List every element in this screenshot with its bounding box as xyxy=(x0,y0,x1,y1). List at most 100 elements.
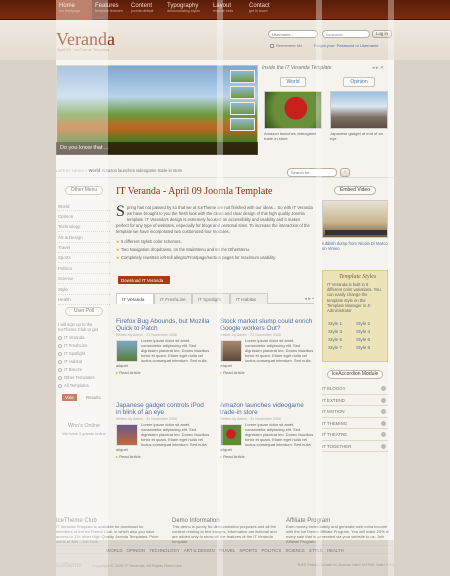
bottom-nav-item[interactable]: ART & DESIGN xyxy=(184,548,215,553)
inside-column-opinion: Opinion Japanese gadget at end of an eye xyxy=(330,77,388,141)
main-article: IT Veranda - April 09 Joomla Template xyxy=(116,186,314,197)
post-image xyxy=(220,424,242,446)
checkbox[interactable] xyxy=(270,44,274,48)
style-link[interactable]: Style 8 xyxy=(356,345,382,350)
username-field[interactable]: Username... xyxy=(268,30,318,38)
feature-text: 6 different stylish color schemes. xyxy=(120,239,182,244)
search-input[interactable]: Search for... xyxy=(287,168,337,177)
slideshow-thumbnails xyxy=(230,70,255,135)
accordion-item[interactable]: IT MOTION xyxy=(322,406,388,418)
slide-thumb[interactable] xyxy=(230,118,255,131)
style-link[interactable]: Style 1 xyxy=(328,321,354,326)
read-more-label: Read Article xyxy=(223,454,245,459)
footer-links[interactable]: RSS Feeds Donate to Joomla Valid XHTML V… xyxy=(298,562,394,567)
accordion-module: IceAccordion Module IT BLOGGY IT EXTEND … xyxy=(322,370,388,452)
nav-sub: joomla default xyxy=(131,9,154,13)
bottom-nav-item[interactable]: TECHNOLOGY xyxy=(149,548,180,553)
styles-grid: Style 1 Style 2 Style 3 Style 4 Style 5 … xyxy=(323,321,387,350)
star-icon: ★ xyxy=(116,247,120,252)
news-tabs: IT Veranda IT FreshLine IT Spotlight IT … xyxy=(116,293,314,304)
article-title[interactable]: IT Veranda - April 09 Joomla Template xyxy=(116,186,314,197)
nav-item-content[interactable]: Content joomla default xyxy=(128,0,164,20)
video-controls[interactable] xyxy=(325,230,387,235)
nav-sub: get in touch xyxy=(249,9,268,13)
video-caption[interactable]: rubbish dump from Nicola Di Marco on Vim… xyxy=(322,241,388,251)
tab-freshline[interactable]: IT FreshLine xyxy=(154,293,192,304)
ticker-item[interactable]: Amazon launches videogame trade-in store xyxy=(102,168,183,173)
feature-item: ★ Completely rewritten ieft-tell allegro… xyxy=(116,255,314,263)
tab-spotlight[interactable]: IT Spotlight xyxy=(192,293,230,304)
read-more-label: Read Article xyxy=(223,370,245,375)
template-styles: Template Styles IT Veranda is built in 6… xyxy=(322,270,388,362)
video-player[interactable] xyxy=(322,200,388,238)
nav-item-contact[interactable]: Contact get in touch xyxy=(246,0,282,20)
accordion-item[interactable]: IT EXTEND xyxy=(322,395,388,406)
style-link[interactable]: Style 6 xyxy=(356,337,382,342)
bottom-nav-item[interactable]: SCIENCE xyxy=(285,548,305,553)
read-more-label: Read Article xyxy=(119,370,141,375)
style-link[interactable]: Style 3 xyxy=(328,329,354,334)
inside-column-world: World Amazon launches videogame trade-in… xyxy=(264,77,322,141)
inside-arrows[interactable]: ◂ ▸ ✕ xyxy=(372,65,384,71)
login-form: Username... •••••••••••• Log in Remember… xyxy=(268,28,396,56)
accordion-item[interactable]: IT TOGETHER xyxy=(322,441,388,452)
inside-module: Inside the IT Veranda Template ◂ ▸ ✕ Wor… xyxy=(262,65,392,155)
post-meta: Written by Admin · 21 November 2008 xyxy=(220,417,281,421)
read-more[interactable]: ▸ Read Article xyxy=(116,368,210,375)
forgot-link[interactable]: Forgot your: Password or Username xyxy=(314,43,378,48)
feature-item: ★ 6 different stylish color schemes. xyxy=(116,239,314,247)
accordion-item[interactable]: IT BLOGGY xyxy=(322,383,388,395)
feature-text: Two Navigation dropdowns, on the MainMen… xyxy=(120,247,251,252)
bottom-nav-item[interactable]: OPINION xyxy=(127,548,146,553)
footer-text: Earn money immediately and generate web … xyxy=(286,524,390,544)
slide-thumb[interactable] xyxy=(230,102,255,115)
slide-thumb[interactable] xyxy=(230,70,255,83)
post-title[interactable]: Firefox Bug Abounds, but Mozilla Quick t… xyxy=(116,318,210,332)
embed-video: Embed Video rubbish dump from Nicola Di … xyxy=(322,186,388,251)
feature-item: ★ Two Navigation dropdowns, on the MainM… xyxy=(116,247,314,255)
city-image xyxy=(330,91,388,129)
tab-veranda[interactable]: IT Veranda xyxy=(116,293,154,304)
style-link[interactable]: Style 5 xyxy=(328,337,354,342)
tab-habitat[interactable]: IT Habitat xyxy=(230,293,268,304)
arrow-icon: ▸ xyxy=(116,370,119,375)
accordion-item[interactable]: IT THEATRE xyxy=(322,429,388,441)
footer-text: This demo is purely for demonstration pu… xyxy=(172,524,277,544)
style-link[interactable]: Style 4 xyxy=(356,329,382,334)
post-card: Amazon launches videogame trade-in store… xyxy=(220,402,314,459)
accordion-item[interactable]: IT THEMING xyxy=(322,418,388,429)
remember-me[interactable]: Remember Me xyxy=(270,43,302,48)
tab-arrows[interactable]: ◂ ▸ ▪ xyxy=(304,293,314,303)
article-body: S pring has not passed by so that we at … xyxy=(116,204,314,263)
post-meta: Written by Admin · 21 November 2008 xyxy=(220,333,281,337)
post-title[interactable]: Stock market slump could enrich Google w… xyxy=(220,318,314,332)
password-field[interactable]: •••••••••••• xyxy=(322,30,370,38)
read-more[interactable]: ▸ Read Article xyxy=(116,452,210,459)
read-more[interactable]: ▸ Read Article xyxy=(220,452,314,459)
post-title[interactable]: Japanese gadget controls iPod in blink o… xyxy=(116,402,210,416)
bottom-nav-item[interactable]: WORLD xyxy=(106,548,122,553)
search-button[interactable]: › xyxy=(340,168,350,177)
post-meta: Written by Admin · 21 November 2008 xyxy=(116,333,177,337)
accordion-list: IT BLOGGY IT EXTEND IT MOTION IT THEMING… xyxy=(322,383,388,452)
style-link[interactable]: Style 2 xyxy=(356,321,382,326)
read-more[interactable]: ▸ Read Article xyxy=(220,368,314,375)
bottom-nav-item[interactable]: SPORTS xyxy=(239,548,257,553)
accordion-title: IceAccordion Module xyxy=(327,370,383,379)
feature-list: ★ 6 different stylish color schemes. ★ T… xyxy=(116,239,314,263)
styles-text: IT Veranda is built in 6 different color… xyxy=(327,282,381,314)
post-image xyxy=(116,340,138,362)
tab-world[interactable]: World xyxy=(279,77,307,87)
download-button[interactable]: Download IT Veranda xyxy=(118,276,170,284)
tab-opinion[interactable]: Opinion xyxy=(343,77,375,87)
slide-thumb[interactable] xyxy=(230,86,255,99)
nav-item-typography[interactable]: Typography demonstrating styles xyxy=(164,0,210,20)
post-card: Stock market slump could enrich Google w… xyxy=(220,318,314,375)
style-link[interactable]: Style 7 xyxy=(328,345,354,350)
bottom-nav-item[interactable]: POLITICS xyxy=(261,548,281,553)
post-title[interactable]: Amazon launches videogame trade-in store xyxy=(220,402,314,416)
nav-item-layout[interactable]: Layout module slots xyxy=(210,0,246,20)
bottom-nav-item[interactable]: HEALTH xyxy=(327,548,344,553)
post-image xyxy=(116,424,138,446)
star-icon: ★ xyxy=(116,255,120,260)
